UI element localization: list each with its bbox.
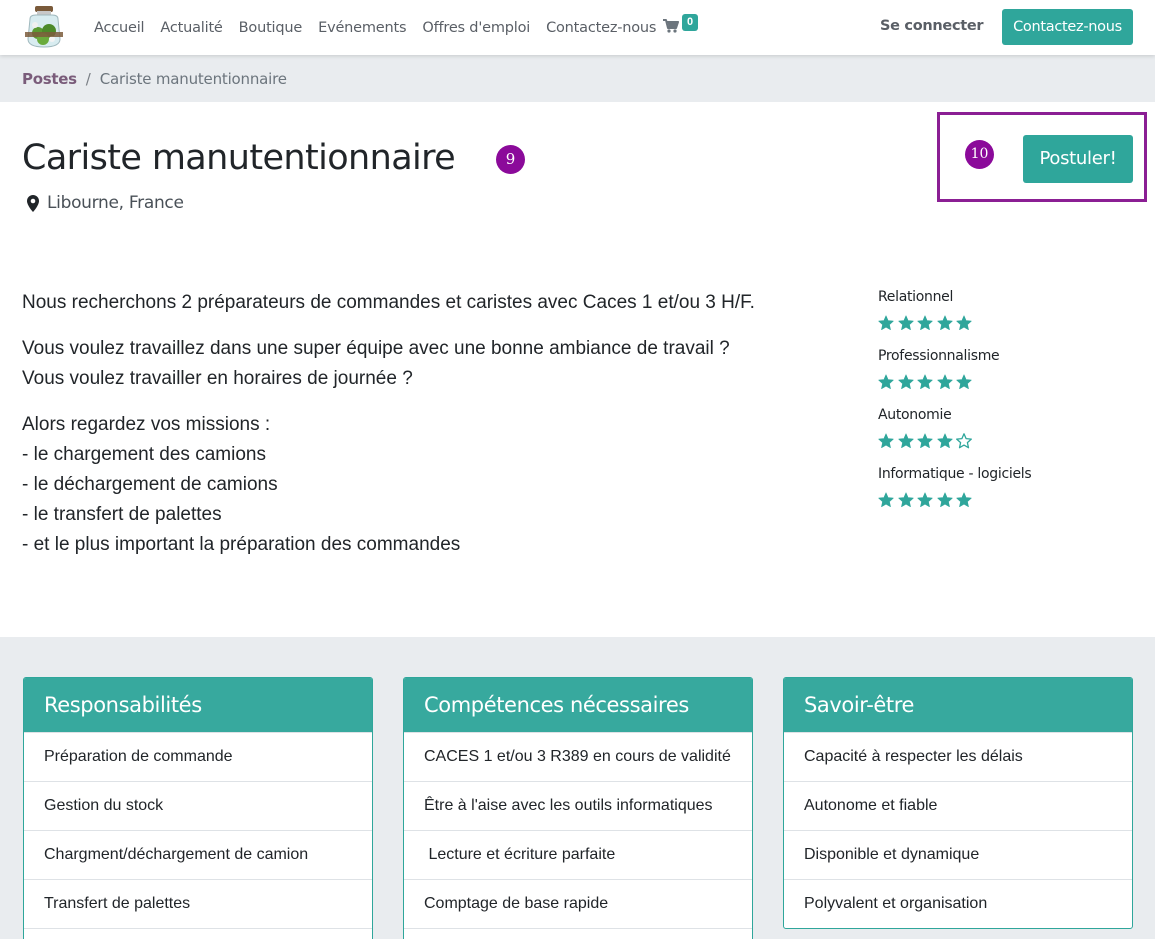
- nav-accueil[interactable]: Accueil: [94, 20, 145, 36]
- star-filled-icon: [917, 492, 933, 507]
- list-item: Préparation de commande: [24, 732, 372, 781]
- list-item: Autonome et fiable: [784, 781, 1132, 830]
- star-filled-icon: [897, 492, 914, 507]
- star-filled-icon: [936, 433, 953, 448]
- breadcrumb-separator: /: [85, 69, 91, 88]
- skills-ratings: Relationnel Professionnalisme Autonomie …: [878, 287, 1032, 523]
- description-line: Nous recherchons 2 préparateurs de comma…: [22, 292, 755, 313]
- star-filled-icon: [936, 492, 953, 507]
- list-item: [24, 928, 372, 939]
- nav-evenements[interactable]: Evénements: [318, 20, 406, 36]
- card-savoir-etre: Savoir-être Capacité à respecter les dél…: [783, 677, 1133, 929]
- card-title: Compétences nécessaires: [404, 678, 752, 732]
- star-rating: [878, 433, 1031, 449]
- top-navbar: Accueil Actualité Boutique Evénements Of…: [0, 0, 1155, 55]
- requirements-section: Responsabilités Préparation de commande …: [0, 637, 1155, 939]
- breadcrumb-postes-link[interactable]: Postes: [22, 70, 77, 88]
- list-item: Gestion du stock: [24, 781, 372, 830]
- nav-boutique[interactable]: Boutique: [239, 20, 303, 36]
- star-filled-icon: [917, 433, 933, 448]
- description-line: Vous voulez travailler en horaires de jo…: [22, 368, 413, 389]
- star-rating: [878, 315, 1031, 331]
- skill-name: Informatique - logiciels: [878, 466, 1032, 482]
- job-location: Libourne, France: [27, 193, 184, 213]
- description-line: - le transfert de palettes: [22, 504, 222, 525]
- list-item: Comptage de base rapide: [404, 879, 752, 928]
- card-competences: Compétences nécessaires CACES 1 et/ou 3 …: [403, 677, 753, 939]
- nav-contactez-nous[interactable]: Contactez-nous: [546, 20, 656, 36]
- signin-link[interactable]: Se connecter: [880, 18, 984, 34]
- skill-name: Autonomie: [878, 407, 952, 423]
- annotation-marker-10: 10: [965, 140, 994, 169]
- annotation-marker-9: 9: [496, 145, 525, 174]
- job-description: Nous recherchons 2 préparateurs de comma…: [22, 288, 762, 576]
- list-item: CACES 1 et/ou 3 R389 en cours de validit…: [404, 732, 752, 781]
- star-rating: [878, 492, 1031, 508]
- description-paragraph: Alors regardez vos missions : - le charg…: [22, 410, 762, 560]
- card-title: Responsabilités: [24, 678, 372, 732]
- list-item: Transfert de palettes: [24, 879, 372, 928]
- star-filled-icon: [878, 315, 894, 330]
- card-responsabilites: Responsabilités Préparation de commande …: [23, 677, 373, 939]
- job-location-text: Libourne, France: [47, 193, 184, 213]
- star-filled-icon: [956, 315, 972, 330]
- description-line: Alors regardez vos missions :: [22, 414, 271, 435]
- star-filled-icon: [936, 374, 953, 389]
- list-item: Capacité à respecter les délais: [784, 732, 1132, 781]
- description-paragraph: Nous recherchons 2 préparateurs de comma…: [22, 288, 762, 318]
- skill-name: Professionnalisme: [878, 348, 1000, 364]
- star-filled-icon: [917, 315, 933, 330]
- cart-count-badge: 0: [682, 14, 698, 31]
- apply-button[interactable]: Postuler!: [1023, 135, 1133, 183]
- nav-offres-emploi[interactable]: Offres d'emploi: [422, 20, 530, 36]
- star-filled-icon: [897, 374, 914, 389]
- card-title: Savoir-être: [784, 678, 1132, 732]
- star-filled-icon: [897, 433, 914, 448]
- main-nav: Accueil Actualité Boutique Evénements Of…: [94, 0, 672, 55]
- skill-relationnel: Relationnel: [878, 287, 1031, 346]
- page-title: Cariste manutentionnaire: [22, 138, 456, 178]
- site-logo[interactable]: [22, 5, 66, 49]
- star-rating: [878, 374, 1031, 390]
- star-filled-icon: [878, 374, 894, 389]
- list-item: [404, 928, 752, 939]
- list-item: Polyvalent et organisation: [784, 879, 1132, 928]
- shopping-cart-icon: [663, 19, 679, 33]
- star-filled-icon: [917, 374, 933, 389]
- cart-link[interactable]: 0: [663, 14, 703, 38]
- map-marker-icon: [27, 194, 39, 212]
- breadcrumb: Postes / Cariste manutentionnaire: [0, 55, 1155, 102]
- skill-informatique: Informatique - logiciels: [878, 464, 1032, 523]
- star-filled-icon: [956, 374, 972, 389]
- star-filled-icon: [897, 315, 914, 330]
- skill-name: Relationnel: [878, 289, 954, 305]
- nav-actualite[interactable]: Actualité: [160, 20, 222, 36]
- contact-button[interactable]: Contactez-nous: [1002, 9, 1133, 45]
- skill-professionnalisme: Professionnalisme: [878, 346, 1031, 405]
- star-filled-icon: [936, 315, 953, 330]
- list-item: Être à l'aise avec les outils informatiq…: [404, 781, 752, 830]
- star-empty-icon: [956, 433, 972, 449]
- skill-autonomie: Autonomie: [878, 405, 1031, 464]
- list-item: Lecture et écriture parfaite: [404, 830, 752, 879]
- description-line: - le chargement des camions: [22, 444, 266, 465]
- description-line: - et le plus important la préparation de…: [22, 534, 461, 555]
- list-item: Chargment/déchargement de camion: [24, 830, 372, 879]
- description-paragraph: Vous voulez travaillez dans une super éq…: [22, 334, 762, 394]
- description-line: - le déchargement de camions: [22, 474, 278, 495]
- list-item: Disponible et dynamique: [784, 830, 1132, 879]
- breadcrumb-current: Cariste manutentionnaire: [99, 69, 287, 88]
- star-filled-icon: [878, 433, 894, 448]
- star-filled-icon: [878, 492, 894, 507]
- star-filled-icon: [956, 492, 972, 507]
- description-line: Vous voulez travaillez dans une super éq…: [22, 338, 730, 359]
